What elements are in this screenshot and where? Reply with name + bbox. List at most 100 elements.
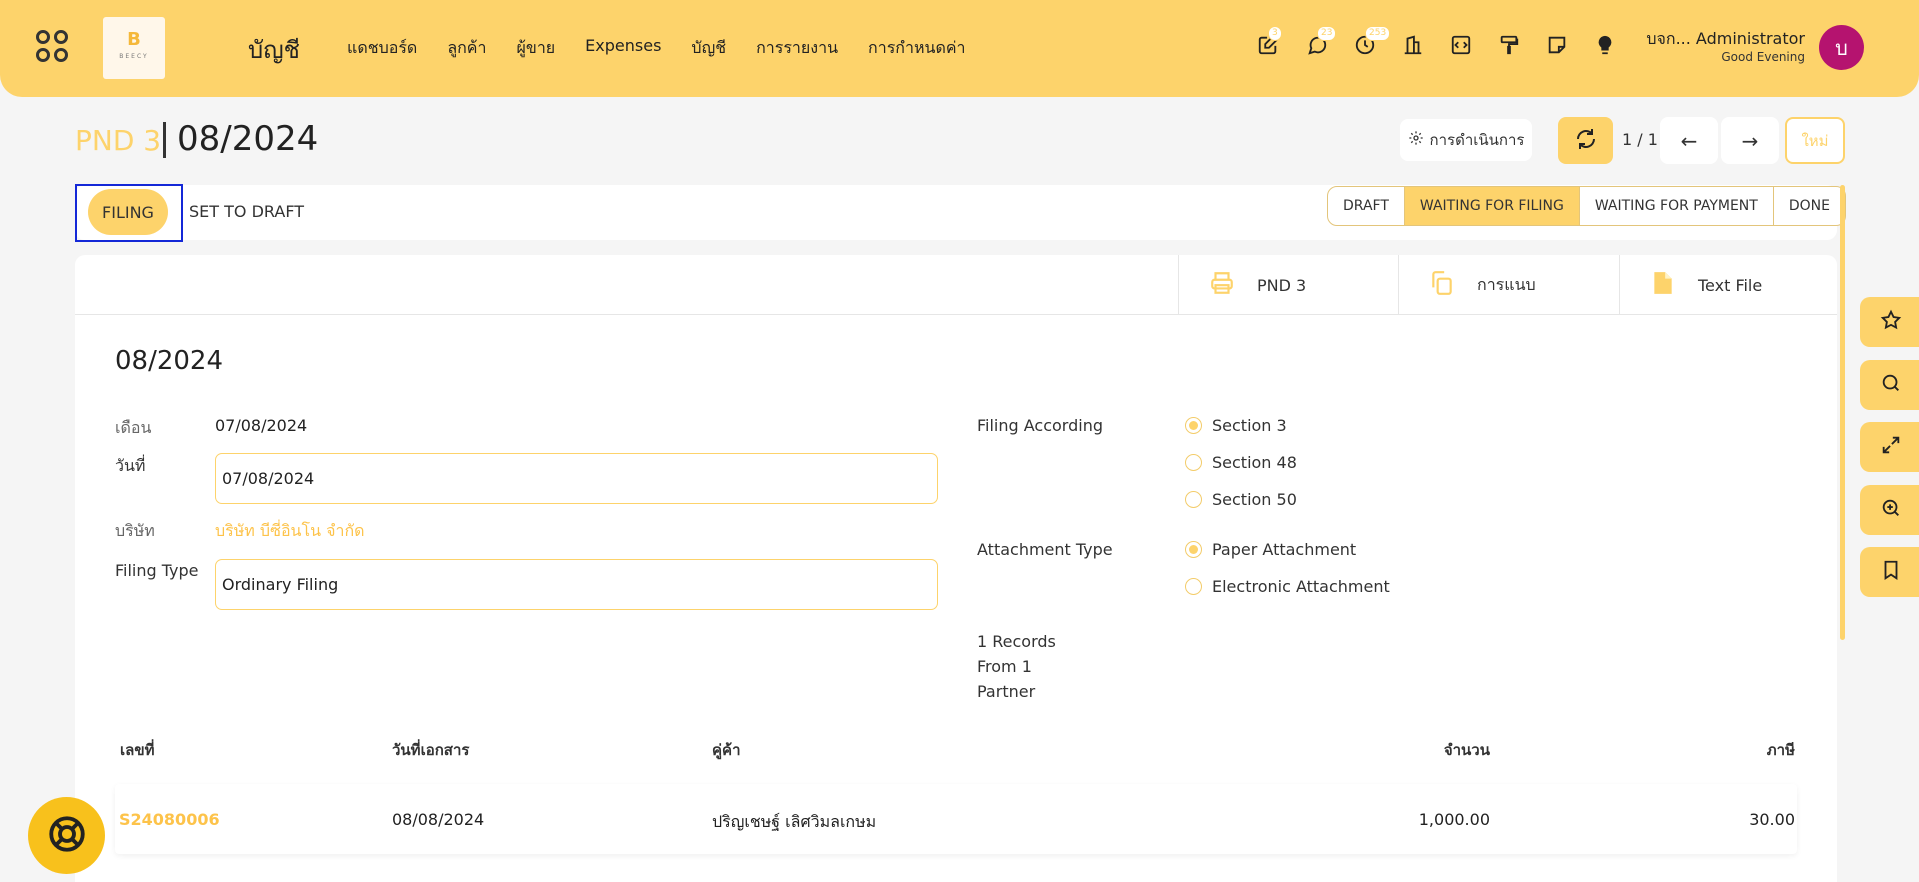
record-name: 08/2024 [115,346,224,376]
zoom-button[interactable] [1860,485,1919,535]
filing-type-field[interactable]: Ordinary Filing [215,559,938,610]
set-to-draft-button[interactable]: SET TO DRAFT [189,202,304,221]
app-title: บัญชี [248,36,300,64]
date-field[interactable]: 07/08/2024 [215,453,938,504]
search-icon [1880,372,1902,398]
sync-button[interactable] [1558,117,1613,164]
actions-button[interactable]: การดำเนินการ [1400,119,1532,161]
logo-text: BEECY [119,53,149,60]
apps-menu-icon[interactable] [36,30,76,70]
stage-draft[interactable]: DRAFT [1328,187,1405,225]
breadcrumb-parent[interactable]: PND 3 [75,124,161,157]
records-from: From 1 [977,657,1032,676]
avatar[interactable]: บ [1819,25,1864,70]
date-label: วันที่ [115,456,146,475]
smart-button-pnd3[interactable]: PND 3 [1178,255,1398,315]
row-tax: 30.00 [1749,810,1795,829]
table-row[interactable] [115,784,1797,854]
help-button[interactable] [28,797,105,874]
radio-section-48-label: Section 48 [1212,453,1297,472]
file-icon [1650,268,1676,302]
paint-roller-icon[interactable] [1498,34,1524,60]
scrollbar[interactable] [1840,185,1845,640]
chat-badge: 23 [1317,26,1337,41]
bookmark-button[interactable] [1860,547,1919,597]
code-icon[interactable] [1450,34,1476,60]
filing-button[interactable]: FILING [88,189,168,235]
nav-reporting[interactable]: การรายงาน [756,36,838,61]
company-logo[interactable]: B BEECY [103,17,165,79]
page-title: 08/2024 [177,119,319,159]
month-value: 07/08/2024 [215,416,308,435]
printer-icon [1209,268,1235,302]
sticky-note-icon[interactable] [1546,34,1572,60]
stage-done[interactable]: DONE [1774,187,1845,225]
radio-section-3-label: Section 3 [1212,416,1287,435]
expand-button[interactable] [1860,422,1919,472]
previous-record-button[interactable]: ← [1660,117,1718,164]
activity-badge: 253 [1365,26,1391,41]
refresh-icon [1574,127,1598,155]
chat-icon[interactable]: 23 [1306,26,1337,60]
smart-button-pnd3-label: PND 3 [1257,275,1307,295]
company-building-icon[interactable] [1402,34,1428,60]
radio-section-50[interactable]: Section 50 [1185,490,1297,509]
nav-accounting[interactable]: บัญชี [691,36,726,61]
zoom-in-icon [1880,497,1902,523]
radio-electronic-attachment[interactable]: Electronic Attachment [1185,577,1390,596]
radio-selected-icon [1185,417,1202,434]
records-partner: Partner [977,682,1036,701]
attachment-type-label: Attachment Type [977,540,1113,559]
main-nav: แดชบอร์ด ลูกค้า ผู้ขาย Expenses บัญชี กา… [347,36,966,61]
star-icon [1880,309,1902,335]
arrow-right-icon: → [1741,128,1759,153]
column-header-number[interactable]: เลขที่ [120,738,154,762]
logo-mark: B [127,29,141,50]
records-count: 1 Records [977,632,1056,651]
new-button[interactable]: ใหม่ [1785,117,1845,164]
gear-icon [1408,130,1424,150]
bookmark-icon [1880,559,1902,585]
lifebuoy-icon [46,813,88,859]
breadcrumb-separator [163,122,166,158]
row-number[interactable]: S24080006 [119,810,220,829]
column-header-amount[interactable]: จำนวน [1400,738,1490,762]
favorite-button[interactable] [1860,297,1919,347]
radio-selected-icon [1185,541,1202,558]
radio-paper-attachment-label: Paper Attachment [1212,540,1357,559]
radio-empty-icon [1185,454,1202,471]
smart-button-text-file-label: Text File [1698,275,1763,295]
nav-configuration[interactable]: การกำหนดค่า [868,36,966,61]
smart-button-attachments-label: การแนบ [1477,274,1536,294]
pager[interactable]: 1 / 1 [1622,130,1658,149]
radio-section-3[interactable]: Section 3 [1185,416,1287,435]
records-summary: 1 Records From 1 Partner [977,629,1056,704]
user-name[interactable]: บจก... Administrator [1646,27,1805,52]
filing-according-label: Filing According [977,416,1103,435]
edit-icon[interactable]: 3 [1257,26,1283,60]
search-button[interactable] [1860,360,1919,410]
arrow-left-icon: ← [1680,128,1698,153]
next-record-button[interactable]: → [1721,117,1779,164]
nav-vendors[interactable]: ผู้ขาย [517,36,556,61]
column-header-tax[interactable]: ภาษี [1700,738,1795,762]
column-header-document-date[interactable]: วันที่เอกสาร [392,738,469,762]
column-header-partner[interactable]: คู่ค้า [712,738,741,762]
nav-dashboard[interactable]: แดชบอร์ด [347,36,417,61]
radio-paper-attachment[interactable]: Paper Attachment [1185,540,1356,559]
radio-section-48[interactable]: Section 48 [1185,453,1297,472]
lightbulb-icon[interactable] [1594,34,1620,60]
smart-button-attachments[interactable]: การแนบ [1398,255,1619,315]
row-partner: ปริญเชษฐ์ เลิศวิมลเกษม [712,812,877,831]
stage-waiting-for-filing[interactable]: WAITING FOR FILING [1404,187,1580,225]
company-link[interactable]: บริษัท บีซี่อินโน จำกัด [215,519,365,544]
stage-waiting-for-payment[interactable]: WAITING FOR PAYMENT [1580,187,1774,225]
edit-badge: 3 [1268,26,1282,41]
activity-clock-icon[interactable]: 253 [1354,26,1391,60]
radio-electronic-attachment-label: Electronic Attachment [1212,577,1390,596]
nav-customers[interactable]: ลูกค้า [447,36,486,61]
nav-expenses[interactable]: Expenses [585,36,661,61]
smart-button-text-file[interactable]: Text File [1619,255,1837,315]
radio-section-50-label: Section 50 [1212,490,1297,509]
expand-icon [1880,434,1902,460]
